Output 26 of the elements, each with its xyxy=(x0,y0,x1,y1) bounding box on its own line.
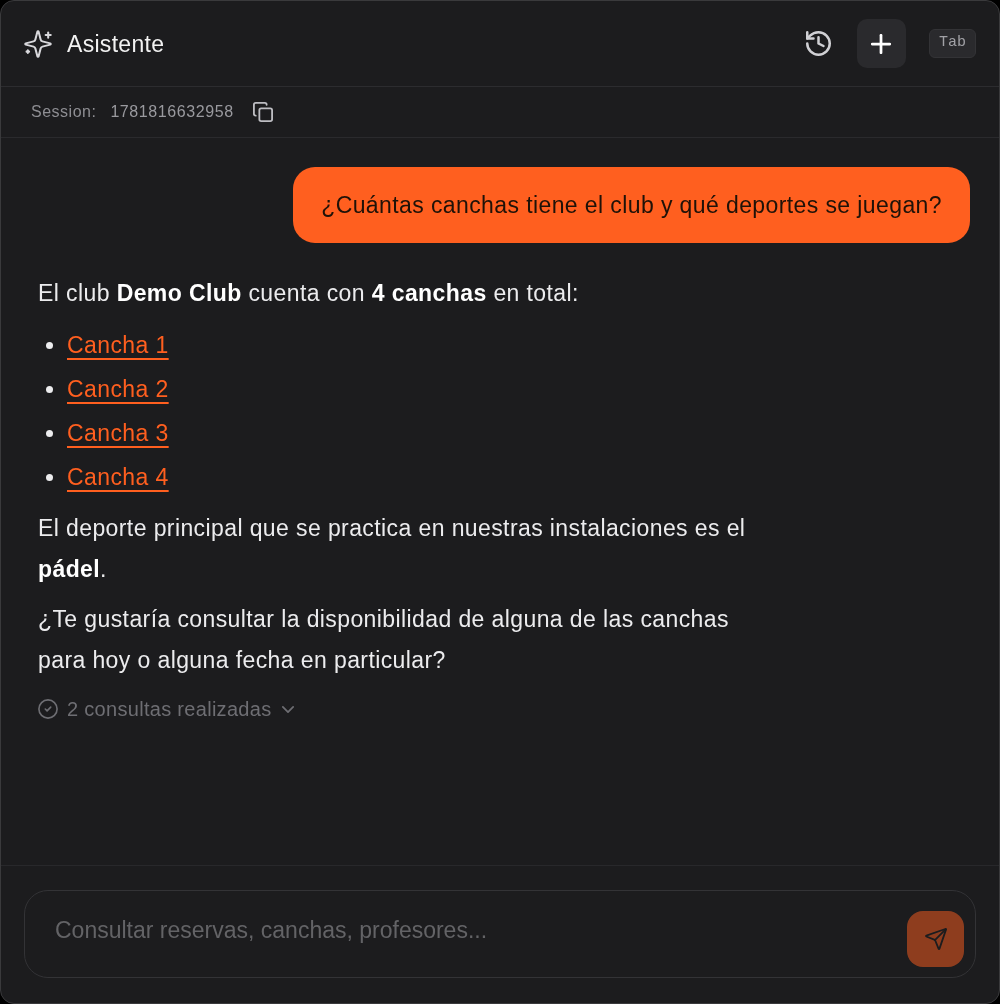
cancha-link[interactable]: Cancha 2 xyxy=(67,371,169,407)
plus-icon xyxy=(871,33,892,54)
history-icon xyxy=(806,31,831,56)
tool-summary-toggle[interactable]: 2 consultas realizadas xyxy=(38,695,294,723)
shortcut-key: Tab xyxy=(929,29,976,58)
assistant-paragraph: El club Demo Club cuenta con 4 canchas en total: xyxy=(38,279,580,308)
assistant-paragraph: El deporte principal que se practica en nuestras instalaciones es el pádel. xyxy=(38,514,747,584)
sparkles-icon xyxy=(24,29,52,58)
check-circle-icon xyxy=(38,699,58,719)
bullet-icon xyxy=(46,429,53,437)
copy-icon xyxy=(252,102,273,122)
session-id: 1781816632958 xyxy=(110,102,234,122)
add-button[interactable] xyxy=(857,19,906,68)
cancha-link[interactable]: Cancha 4 xyxy=(67,459,169,495)
message-input[interactable]: Consultar reservas, canchas, profesores... xyxy=(24,890,976,978)
bullet-icon xyxy=(46,473,53,481)
session-label: Session: xyxy=(31,102,97,122)
cancha-link[interactable]: Cancha 1 xyxy=(67,327,169,363)
assistant-paragraph: ¿Te gustaría consultar la disponibilidad de alguna de las canchas para hoy o alguna fecha en particular? xyxy=(38,605,730,675)
panel-title: Asistente xyxy=(67,29,165,58)
copy-button[interactable] xyxy=(251,101,274,123)
bullet-icon xyxy=(46,385,53,393)
bullet-icon xyxy=(46,341,53,349)
user-message: ¿Cuántas canchas tiene el club y qué deportes se juegan? xyxy=(293,167,970,243)
send-icon xyxy=(924,928,947,950)
cancha-link[interactable]: Cancha 3 xyxy=(67,415,169,451)
